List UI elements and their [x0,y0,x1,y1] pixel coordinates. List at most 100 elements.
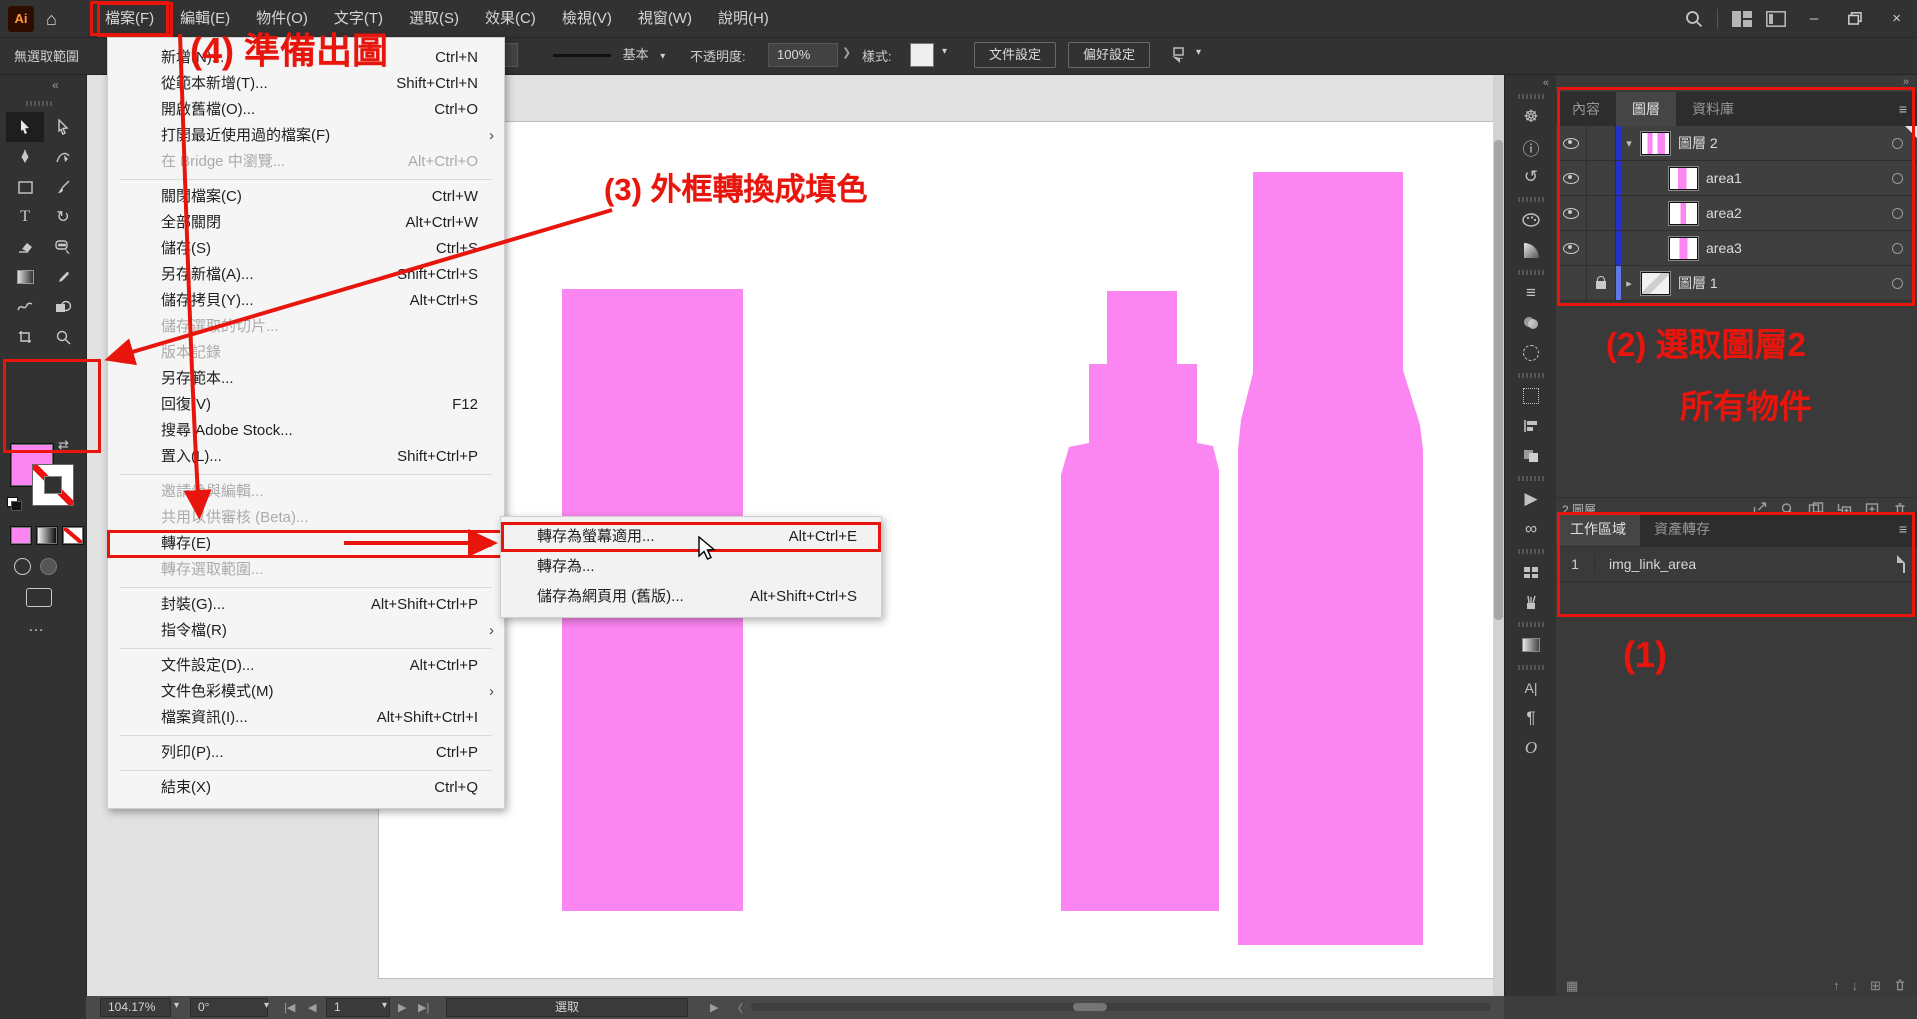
properties-panel-icon[interactable]: ☸ [1505,102,1557,132]
menu-item-open[interactable]: 開啟舊檔(O)...Ctrl+O [108,97,504,123]
align-panel-icon[interactable] [1505,411,1557,441]
color-mode-gradient-button[interactable] [36,526,58,545]
previous-artboard-icon[interactable]: ◀ [308,1001,316,1014]
tab-artboards[interactable]: 工作區域 [1556,512,1640,546]
screen-mode-icon[interactable] [26,588,52,607]
type-tool[interactable]: T [6,202,44,232]
collapse-scrollbar-icon[interactable]: 〈 [732,1000,743,1016]
tab-layers[interactable]: 圖層 [1616,92,1676,126]
restore-button[interactable] [1848,12,1862,25]
dock-grip[interactable] [1518,270,1544,275]
workspace-switcher-icon[interactable] [1732,11,1752,27]
search-icon[interactable] [1685,10,1703,28]
layer-row-area1[interactable]: area1 [1556,161,1917,196]
collapse-panel-icon[interactable]: « [52,78,59,92]
brushes-panel-icon[interactable] [1505,587,1557,617]
draw-normal-mode-icon[interactable] [14,558,31,575]
artboard-row[interactable]: 1 img_link_area [1556,546,1917,582]
object-name[interactable]: area1 [1706,170,1742,186]
layer-row-layer1[interactable]: ▸ 圖層 1 [1556,266,1917,301]
minimize-button[interactable]: – [1800,4,1828,34]
actions-panel-icon[interactable]: ▶ [1505,484,1557,514]
stroke-panel-icon[interactable]: ≡ [1505,278,1557,308]
opentype-panel-icon[interactable]: O [1505,733,1557,763]
color-mode-fill-button[interactable] [10,526,32,545]
style-swatch[interactable] [910,43,934,67]
lock-toggle[interactable] [1587,161,1616,195]
menubar-item-effect[interactable]: 效果(C) [472,3,549,34]
pink-spray-bottle-object[interactable] [1061,291,1219,911]
visibility-toggle[interactable] [1556,161,1587,195]
pink-bottle-object[interactable] [1238,172,1423,945]
eyedropper-tool[interactable] [44,262,82,292]
menu-item-place[interactable]: 置入(L)...Shift+Ctrl+P [108,444,504,470]
preferences-button[interactable]: 偏好設定 [1068,42,1150,68]
chevron-right-icon[interactable]: ▸ [1621,277,1637,290]
links-panel-icon[interactable]: ∞ [1505,514,1557,544]
artboard-name[interactable]: img_link_area [1595,556,1696,572]
close-button[interactable]: × [1882,4,1911,34]
menu-item-document-color-mode[interactable]: 文件色彩模式(M)› [108,679,504,705]
rotation-field[interactable]: 0° [190,998,268,1017]
stroke-style-dropdown[interactable]: 基本 ▾ [553,44,665,63]
delete-artboard-icon[interactable] [1893,978,1907,992]
opacity-expand-icon[interactable]: ❯ [842,46,851,59]
target-circle[interactable] [1892,243,1903,254]
lock-toggle[interactable] [1587,231,1616,265]
chevron-down-icon[interactable]: ▾ [174,1000,179,1011]
menu-item-close-all[interactable]: 全部關閉Alt+Ctrl+W [108,210,504,236]
isolate-selected-icon[interactable] [1168,46,1188,64]
menu-item-revert[interactable]: 回復(V)F12 [108,392,504,418]
layer-name[interactable]: 圖層 1 [1678,273,1718,293]
width-tool[interactable] [6,292,44,322]
artboard-number-field[interactable]: 1 [326,998,390,1017]
selection-options-panel-icon[interactable] [1505,338,1557,368]
move-up-icon[interactable]: ↑ [1833,978,1840,994]
dock-grip[interactable] [1518,476,1544,481]
chevron-down-icon[interactable]: ▾ [942,46,947,57]
document-info-panel-icon[interactable]: ⓘ [1505,132,1557,162]
dock-grip[interactable] [1518,665,1544,670]
selection-tool[interactable] [6,112,44,142]
menu-item-save-a-copy[interactable]: 儲存拷貝(Y)...Alt+Ctrl+S [108,288,504,314]
object-thumbnail[interactable] [1669,237,1698,260]
target-circle[interactable] [1892,278,1903,289]
lock-toggle[interactable] [1587,126,1616,160]
chevron-down-icon[interactable]: ▾ [264,1000,269,1011]
visibility-toggle[interactable] [1556,196,1587,230]
submenu-item-export-for-screens[interactable]: 轉存為螢幕適用...Alt+Ctrl+E [501,522,881,552]
menu-item-save-as[interactable]: 另存新檔(A)...Shift+Ctrl+S [108,262,504,288]
rotate-tool[interactable]: ↻ [44,202,82,232]
collapse-panels-icon[interactable]: » [1903,76,1909,88]
gradient-panel-icon[interactable] [1505,630,1557,660]
swap-fill-stroke-icon[interactable]: ⇄ [58,437,69,453]
magic-wand-tool[interactable] [44,232,82,262]
visibility-toggle[interactable] [1556,126,1587,160]
object-name[interactable]: area2 [1706,205,1742,221]
layer-name[interactable]: 圖層 2 [1678,133,1718,153]
dock-grip[interactable] [1518,549,1544,554]
menubar-item-window[interactable]: 視窗(W) [625,3,705,34]
dock-grip[interactable] [1518,197,1544,202]
menu-item-scripts[interactable]: 指令檔(R)› [108,618,504,644]
tab-properties[interactable]: 內容 [1556,92,1616,126]
new-artboard-icon[interactable]: ⊞ [1870,978,1881,994]
object-name[interactable]: area3 [1706,240,1742,256]
color-panel-icon[interactable] [1505,205,1557,235]
object-thumbnail[interactable] [1669,167,1698,190]
expand-panels-icon[interactable]: « [1543,77,1549,89]
gradient-tool[interactable] [6,262,44,292]
dock-grip[interactable] [1518,622,1544,627]
menu-item-search-adobe-stock[interactable]: 搜尋 Adobe Stock... [108,418,504,444]
panel-menu-icon[interactable]: ≡ [1889,92,1917,126]
submenu-item-export-as[interactable]: 轉存為... [501,552,881,582]
zoom-level-field[interactable]: 104.17% [100,998,171,1017]
direct-selection-tool[interactable] [44,112,82,142]
menu-item-export[interactable]: 轉存(E)› [108,531,504,557]
chevron-down-icon[interactable]: ▾ [1196,47,1201,58]
layer-row-layer2[interactable]: ▾ 圖層 2 [1556,126,1917,161]
horizontal-scrollbar-handle[interactable] [1073,1003,1107,1011]
paragraph-panel-icon[interactable]: ¶ [1505,703,1557,733]
dock-grip[interactable] [1518,373,1544,378]
arrange-documents-icon[interactable] [1766,11,1786,27]
